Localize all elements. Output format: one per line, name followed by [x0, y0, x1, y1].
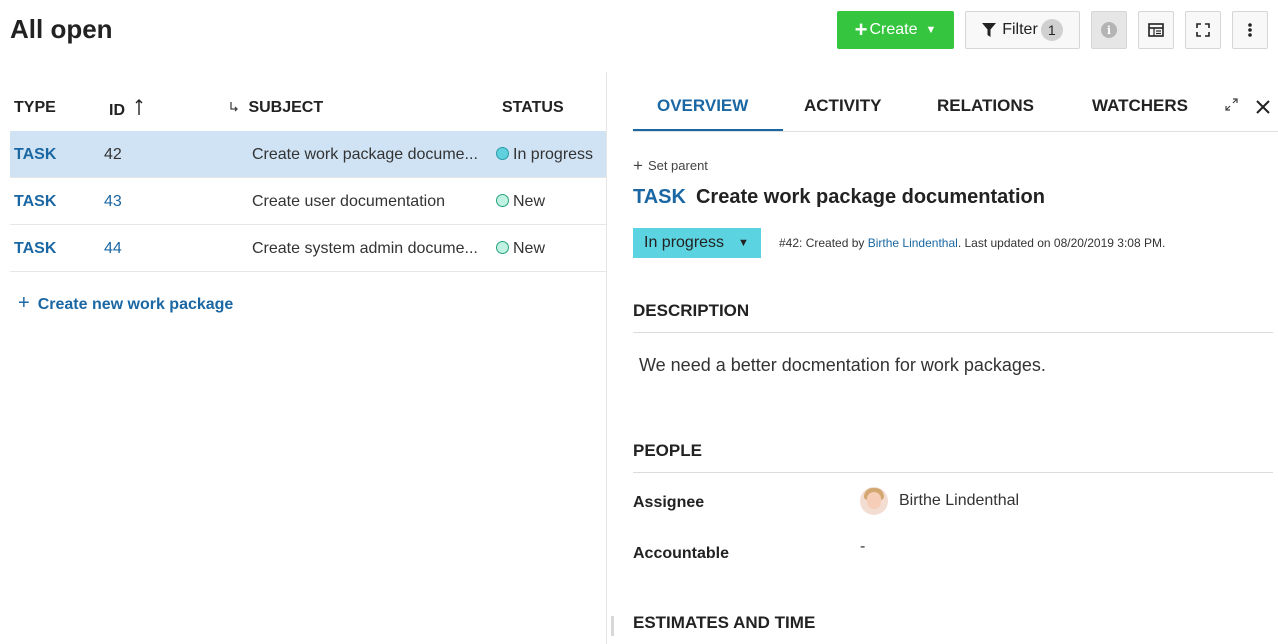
columns-button[interactable]	[1138, 11, 1174, 49]
row-status[interactable]: New	[496, 193, 545, 211]
filter-count-badge: 1	[1040, 19, 1063, 41]
caret-down-icon: ▼	[738, 237, 749, 249]
details-pane: OVERVIEW ACTIVITY RELATIONS WATCHERS + Se…	[607, 72, 1278, 644]
meta-prefix: #42: Created by	[779, 236, 868, 250]
accountable-field[interactable]: -	[860, 538, 865, 556]
avatar	[860, 487, 888, 515]
row-subject[interactable]: Create system admin docume...	[252, 240, 478, 258]
status-dot-icon	[496, 194, 509, 207]
page-title: All open	[10, 14, 113, 44]
status-dropdown-label: In progress	[644, 234, 725, 251]
column-header-subject-label: SUBJECT	[248, 99, 324, 116]
table-row[interactable]: TASK 42 Create work package docume... In…	[10, 131, 606, 178]
assignee-field[interactable]: Birthe Lindenthal	[860, 487, 1019, 515]
tabs-divider	[633, 131, 1278, 132]
row-status-label: New	[513, 193, 546, 210]
row-status[interactable]: In progress	[496, 146, 593, 164]
plus-icon: +	[18, 292, 30, 314]
accountable-value: -	[860, 538, 866, 555]
plus-icon: +	[633, 156, 643, 175]
create-new-work-package-link[interactable]: + Create new work package	[18, 292, 233, 315]
create-new-work-package-label: Create new work package	[37, 296, 234, 313]
column-header-id-label: ID	[109, 102, 125, 119]
row-status-label: New	[513, 240, 546, 257]
plus-icon: +	[854, 17, 868, 42]
table-row[interactable]: TASK 43 Create user documentation New	[10, 178, 606, 225]
table-header: TYPE ID SUBJECT STATUS	[0, 85, 606, 131]
work-package-meta: #42: Created by Birthe Lindenthal. Last …	[779, 236, 1165, 250]
columns-icon	[1148, 23, 1164, 37]
row-id[interactable]: 43	[104, 193, 122, 211]
details-tabs: OVERVIEW ACTIVITY RELATIONS WATCHERS	[607, 72, 1278, 132]
description-heading: DESCRIPTION	[633, 301, 750, 320]
status-dropdown[interactable]: In progress ▼	[633, 228, 761, 258]
row-status-label: In progress	[513, 146, 594, 163]
meta-suffix: . Last updated on 08/20/2019 3:08 PM.	[957, 236, 1166, 250]
work-package-heading: TASK Create work package documentation	[633, 186, 1045, 209]
status-dot-icon	[496, 147, 509, 160]
details-view-button[interactable]: i	[1091, 11, 1127, 49]
row-type[interactable]: TASK	[14, 240, 56, 258]
section-divider	[633, 332, 1273, 333]
filter-button-label: Filter	[1002, 21, 1038, 38]
column-header-id[interactable]: ID	[109, 99, 143, 120]
hierarchy-icon	[230, 102, 238, 112]
funnel-icon	[982, 22, 997, 37]
row-subject[interactable]: Create work package docume...	[252, 146, 478, 164]
tab-watchers[interactable]: WATCHERS	[1092, 96, 1188, 116]
work-package-type[interactable]: TASK	[633, 186, 686, 208]
set-parent-label: Set parent	[647, 158, 708, 173]
create-button[interactable]: + Create ▼	[837, 11, 954, 49]
expand-icon[interactable]	[1225, 98, 1238, 111]
section-divider	[633, 472, 1273, 473]
row-type[interactable]: TASK	[14, 193, 56, 211]
status-dot-icon	[496, 241, 509, 254]
fullscreen-button[interactable]	[1185, 11, 1221, 49]
close-icon[interactable]	[1255, 99, 1271, 115]
column-header-subject[interactable]: SUBJECT	[229, 99, 323, 117]
row-status[interactable]: New	[496, 240, 545, 258]
author-link[interactable]: Birthe Lindenthal	[868, 236, 958, 250]
column-header-type[interactable]: TYPE	[14, 99, 56, 117]
row-type[interactable]: TASK	[14, 146, 56, 164]
fullscreen-icon	[1196, 23, 1210, 37]
row-id[interactable]: 44	[104, 240, 122, 258]
accountable-label: Accountable	[633, 545, 730, 562]
assignee-label: Assignee	[633, 494, 705, 511]
estimates-heading: ESTIMATES AND TIME	[633, 613, 816, 632]
work-package-subject[interactable]: Create work package documentation	[696, 186, 1045, 208]
tab-overview[interactable]: OVERVIEW	[657, 96, 748, 116]
tab-relations[interactable]: RELATIONS	[937, 96, 1034, 116]
more-menu-button[interactable]	[1232, 11, 1268, 49]
description-text[interactable]: We need a better docmentation for work p…	[639, 355, 1046, 376]
info-icon: i	[1101, 22, 1117, 38]
column-header-status[interactable]: STATUS	[502, 99, 564, 117]
create-button-label: Create	[869, 21, 918, 38]
set-parent-button[interactable]: + Set parent	[633, 156, 708, 176]
people-heading: PEOPLE	[633, 441, 702, 460]
caret-down-icon: ▼	[925, 24, 937, 36]
toolbar: + Create ▼ Filter 1 i	[837, 11, 1268, 49]
row-id[interactable]: 42	[104, 146, 122, 164]
row-subject[interactable]: Create user documentation	[252, 193, 445, 211]
filter-button[interactable]: Filter 1	[965, 11, 1080, 49]
work-package-table: TYPE ID SUBJECT STATUS TASK 42 Create wo…	[0, 85, 606, 272]
tab-activity[interactable]: ACTIVITY	[804, 96, 881, 116]
more-vertical-icon	[1248, 23, 1252, 37]
sort-ascending-icon	[135, 99, 143, 115]
assignee-value: Birthe Lindenthal	[899, 492, 1020, 509]
table-row[interactable]: TASK 44 Create system admin docume... Ne…	[10, 225, 606, 272]
